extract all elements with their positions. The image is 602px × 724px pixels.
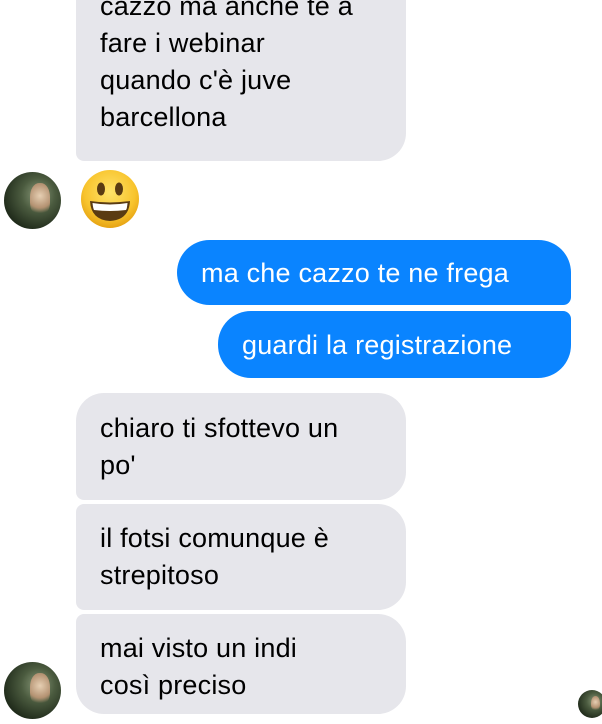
contact-avatar[interactable] [4,662,61,719]
incoming-message-bubble[interactable]: il fotsi comunque è strepitoso [76,504,406,610]
incoming-message-bubble[interactable]: chiaro ti sfottevo un po' [76,393,406,500]
outgoing-message-bubble[interactable]: guardi la registrazione [218,311,571,378]
contact-avatar[interactable] [4,172,61,229]
incoming-message-bubble[interactable]: mai visto un indi così preciso [76,614,406,714]
outgoing-message-bubble[interactable]: ma che cazzo te ne frega [177,240,571,305]
grinning-face-emoji[interactable] [79,168,141,230]
seen-receipt-avatar [578,690,602,718]
incoming-message-bubble[interactable]: cazzo ma anche te a fare i webinar quand… [76,0,406,161]
